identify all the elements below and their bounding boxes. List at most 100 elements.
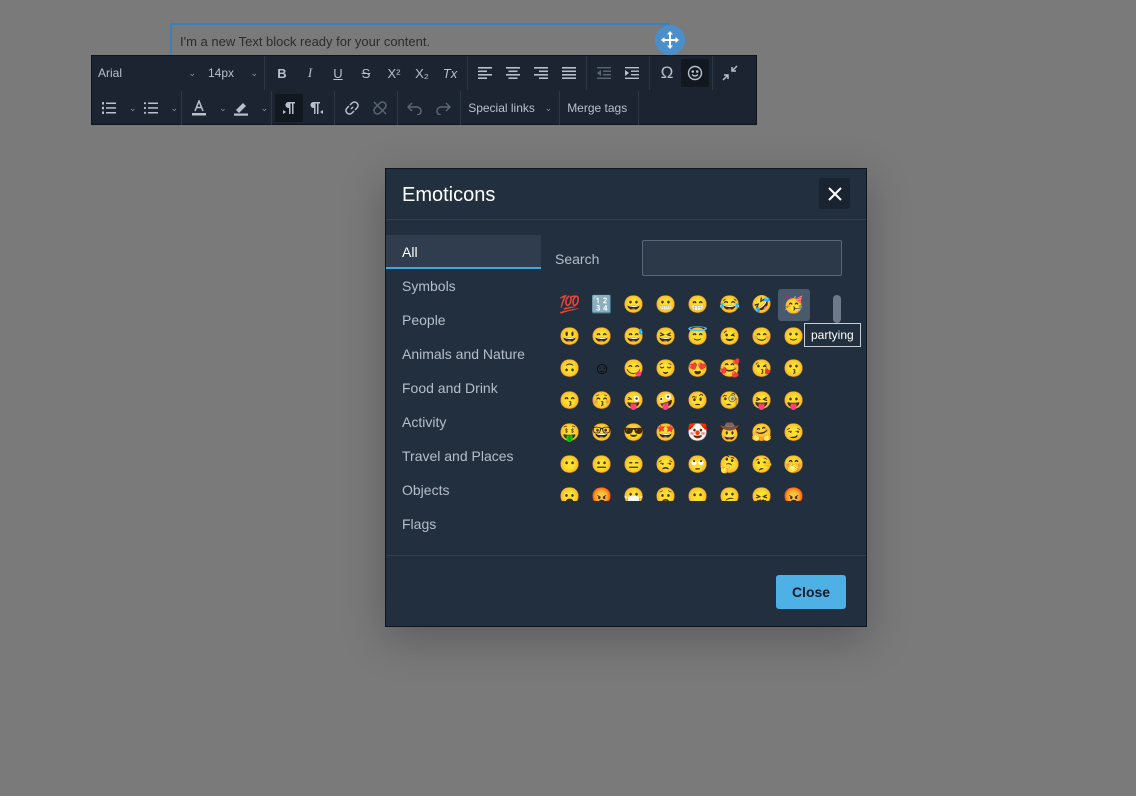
- emoji-item[interactable]: 😙: [554, 385, 586, 417]
- emoji-item[interactable]: 😟: [650, 481, 682, 501]
- chevron-down-icon[interactable]: ⌄: [261, 103, 269, 114]
- emoji-item[interactable]: 😆: [650, 321, 682, 353]
- category-people[interactable]: People: [386, 303, 541, 337]
- emoji-item[interactable]: 🤗: [746, 417, 778, 449]
- highlight-color-icon[interactable]: [227, 94, 255, 122]
- emoji-item[interactable]: 🔢: [586, 289, 618, 321]
- numbered-list-icon[interactable]: [95, 94, 123, 122]
- align-right-icon[interactable]: [527, 59, 555, 87]
- emoji-item[interactable]: 😛: [778, 385, 810, 417]
- chevron-down-icon[interactable]: ⌄: [129, 103, 137, 114]
- emoji-item[interactable]: 🥰: [714, 353, 746, 385]
- close-button[interactable]: Close: [776, 575, 846, 609]
- category-objects[interactable]: Objects: [386, 473, 541, 507]
- emoji-item[interactable]: 🤥: [746, 449, 778, 481]
- emoji-item[interactable]: 💯: [554, 289, 586, 321]
- clear-format-button[interactable]: Tx: [436, 59, 464, 87]
- emoticons-icon[interactable]: [681, 59, 709, 87]
- italic-button[interactable]: I: [296, 59, 324, 87]
- emoji-item[interactable]: 🤪: [650, 385, 682, 417]
- category-symbols[interactable]: Symbols: [386, 269, 541, 303]
- align-center-icon[interactable]: [499, 59, 527, 87]
- emoji-item[interactable]: 😑: [618, 449, 650, 481]
- emoji-item[interactable]: 😍: [682, 353, 714, 385]
- category-activity[interactable]: Activity: [386, 405, 541, 439]
- emoji-item[interactable]: 😶: [554, 449, 586, 481]
- font-size-select[interactable]: 14px ⌄: [202, 66, 264, 80]
- emoji-item[interactable]: 🤑: [554, 417, 586, 449]
- emoji-item[interactable]: 😊: [746, 321, 778, 353]
- font-family-select[interactable]: Arial ⌄: [92, 66, 202, 80]
- emoji-item[interactable]: 😚: [586, 385, 618, 417]
- emoji-item[interactable]: 😖: [746, 481, 778, 501]
- category-flags[interactable]: Flags: [386, 507, 541, 541]
- emoji-item[interactable]: 🙄: [682, 449, 714, 481]
- emoji-item[interactable]: 😦: [554, 481, 586, 501]
- emoji-item[interactable]: 🤣: [746, 289, 778, 321]
- move-handle-icon[interactable]: [655, 25, 685, 55]
- category-all[interactable]: All: [386, 235, 541, 269]
- text-color-icon[interactable]: [185, 94, 213, 122]
- search-input[interactable]: [642, 240, 842, 276]
- emoji-item[interactable]: 😉: [714, 321, 746, 353]
- emoji-item[interactable]: 😜: [618, 385, 650, 417]
- link-icon[interactable]: [338, 94, 366, 122]
- emoji-item[interactable]: 😐: [586, 449, 618, 481]
- close-icon[interactable]: [819, 178, 850, 209]
- emoji-item[interactable]: 😃: [554, 321, 586, 353]
- ltr-direction-icon[interactable]: [275, 94, 304, 122]
- emoji-item[interactable]: 😡: [586, 481, 618, 501]
- strikethrough-button[interactable]: S: [352, 59, 380, 87]
- emoji-item[interactable]: 😘: [746, 353, 778, 385]
- redo-icon[interactable]: [429, 94, 457, 122]
- emoji-item[interactable]: 😅: [618, 321, 650, 353]
- bold-button[interactable]: B: [268, 59, 296, 87]
- emoji-item[interactable]: 🙃: [554, 353, 586, 385]
- emoji-item[interactable]: 🥳: [778, 289, 810, 321]
- emoji-item[interactable]: 😂: [714, 289, 746, 321]
- align-justify-icon[interactable]: [555, 59, 583, 87]
- category-travel-and-places[interactable]: Travel and Places: [386, 439, 541, 473]
- emoji-item[interactable]: 😡: [778, 481, 810, 501]
- emoji-item[interactable]: 😗: [778, 353, 810, 385]
- emoji-item[interactable]: 🤩: [650, 417, 682, 449]
- emoji-item[interactable]: 🤓: [586, 417, 618, 449]
- emoji-item[interactable]: 😶: [682, 481, 714, 501]
- superscript-button[interactable]: X²: [380, 59, 408, 87]
- emoji-item[interactable]: 😄: [586, 321, 618, 353]
- emoji-item[interactable]: 😋: [618, 353, 650, 385]
- emoji-item[interactable]: 🤭: [778, 449, 810, 481]
- category-food-and-drink[interactable]: Food and Drink: [386, 371, 541, 405]
- special-character-button[interactable]: Ω: [653, 59, 681, 87]
- emoji-item[interactable]: 🤨: [682, 385, 714, 417]
- emoji-item[interactable]: 😬: [650, 289, 682, 321]
- unlink-icon[interactable]: [366, 94, 394, 122]
- undo-icon[interactable]: [401, 94, 429, 122]
- emoji-item[interactable]: 😷: [618, 481, 650, 501]
- emoji-item[interactable]: ☺: [586, 353, 618, 385]
- chevron-down-icon[interactable]: ⌄: [171, 103, 179, 114]
- align-left-icon[interactable]: [471, 59, 499, 87]
- special-links-select[interactable]: Special links ⌄: [464, 101, 556, 115]
- emoji-item[interactable]: 🤠: [714, 417, 746, 449]
- emoji-item[interactable]: 🧐: [714, 385, 746, 417]
- outdent-icon[interactable]: [590, 59, 618, 87]
- bullet-list-icon[interactable]: [137, 94, 165, 122]
- emoji-item[interactable]: 😏: [778, 417, 810, 449]
- emoji-scrollbar[interactable]: [833, 295, 841, 323]
- emoji-item[interactable]: 🤔: [714, 449, 746, 481]
- emoji-item[interactable]: 😎: [618, 417, 650, 449]
- category-animals-and-nature[interactable]: Animals and Nature: [386, 337, 541, 371]
- emoji-item[interactable]: 😁: [682, 289, 714, 321]
- emoji-item[interactable]: 😇: [682, 321, 714, 353]
- underline-button[interactable]: U: [324, 59, 352, 87]
- subscript-button[interactable]: X₂: [408, 59, 436, 87]
- text-block[interactable]: I'm a new Text block ready for your cont…: [170, 23, 670, 56]
- emoji-item[interactable]: 😒: [650, 449, 682, 481]
- merge-tags-button[interactable]: Merge tags: [563, 101, 635, 115]
- text-block-content[interactable]: I'm a new Text block ready for your cont…: [180, 34, 430, 49]
- indent-icon[interactable]: [618, 59, 646, 87]
- rtl-direction-icon[interactable]: [303, 94, 331, 122]
- chevron-down-icon[interactable]: ⌄: [219, 103, 227, 114]
- emoji-item[interactable]: 😌: [650, 353, 682, 385]
